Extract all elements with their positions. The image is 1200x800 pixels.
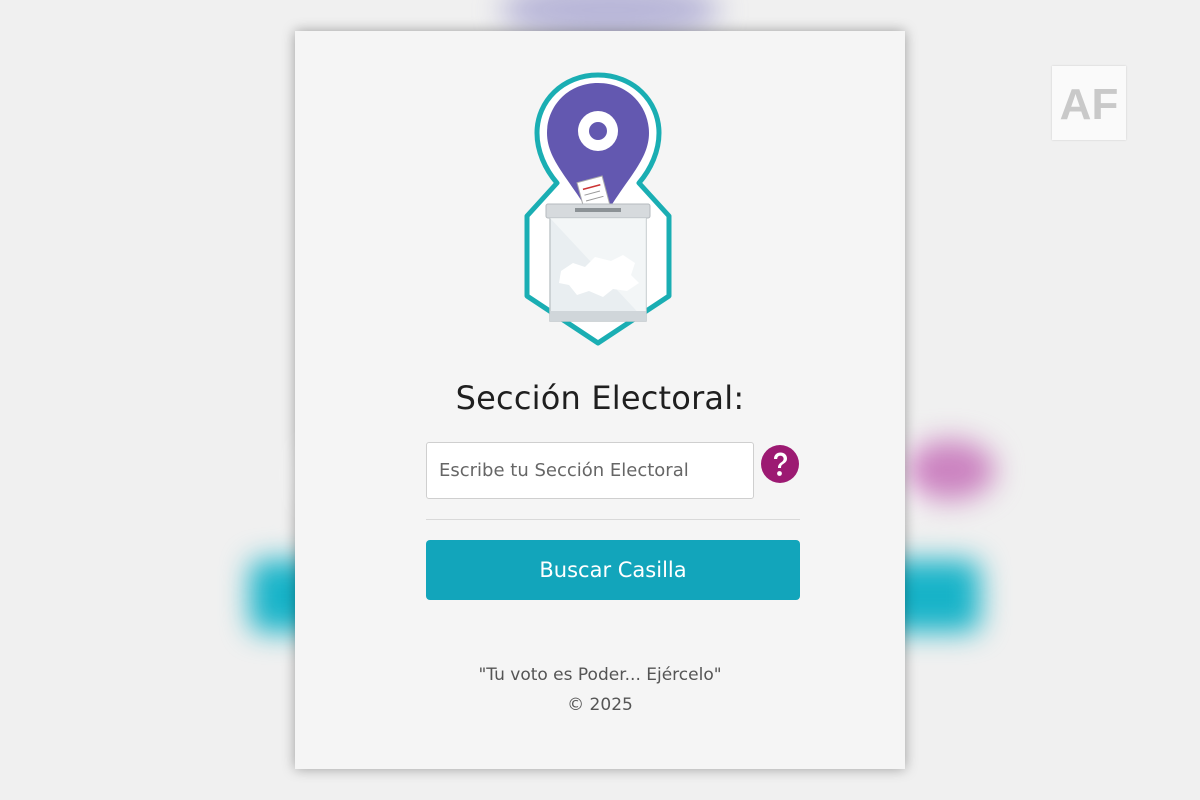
screen: AF Sección Electoral: Escribe tu Sección… — [0, 0, 1200, 800]
copyright-text: © 2025 — [567, 695, 633, 715]
section-input[interactable] — [426, 442, 754, 499]
ballot-box-location-icon — [524, 72, 672, 346]
af-watermark-logo: AF — [1052, 66, 1126, 140]
question-circle-icon — [761, 445, 799, 483]
search-card: Sección Electoral: Buscar Casilla "Tu vo… — [295, 31, 905, 769]
slogan-text: "Tu voto es Poder... Ejércelo" — [478, 665, 722, 685]
af-logo-text: AF — [1060, 80, 1119, 129]
help-button[interactable] — [760, 444, 800, 484]
blurred-help-icon — [905, 440, 995, 500]
divider — [426, 519, 800, 520]
section-title: Sección Electoral: — [455, 379, 745, 417]
af-logo-icon: AF — [1060, 80, 1119, 129]
search-casilla-button[interactable]: Buscar Casilla — [426, 540, 800, 600]
